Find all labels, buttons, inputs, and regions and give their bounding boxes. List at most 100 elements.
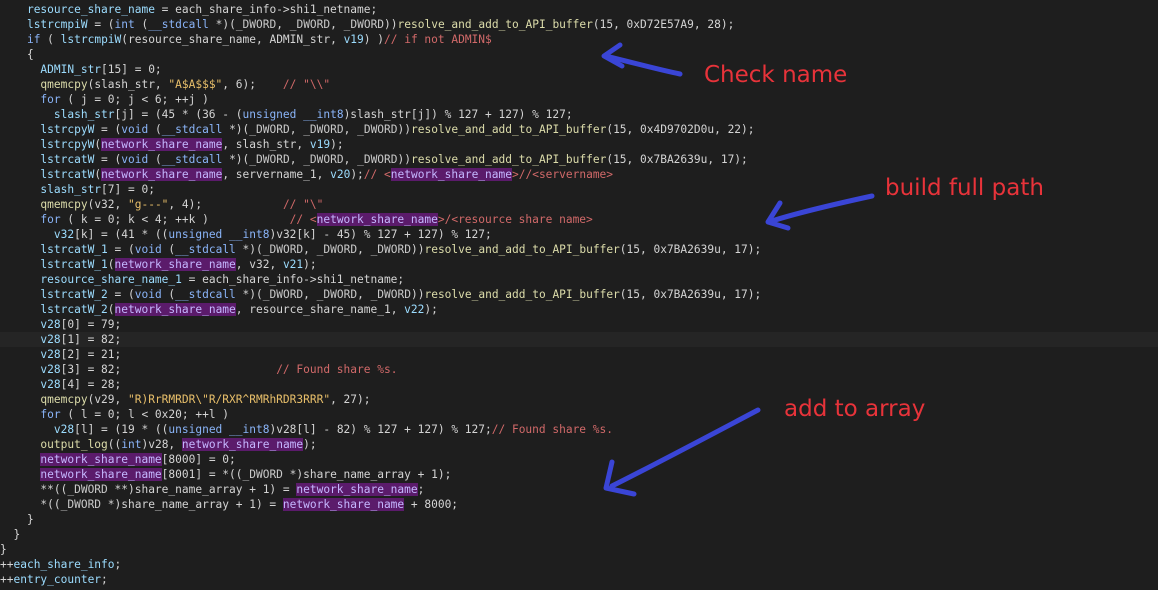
- code-token: v28: [53, 423, 75, 436]
- code-line[interactable]: for ( k = 0; k < 4; ++k ) // <network_sh…: [0, 212, 1158, 227]
- code-line[interactable]: v28[1] = 82;: [0, 332, 1158, 347]
- code-token: v21: [282, 258, 304, 271]
- code-token: lstrcpyW: [40, 123, 95, 136]
- code-token: _DWORD: [316, 243, 358, 256]
- code-line[interactable]: }: [0, 527, 1158, 542]
- code-line[interactable]: lstrcatW_1 = (void (__stdcall *)(_DWORD,…: [0, 242, 1158, 257]
- code-token: (: [161, 243, 176, 256]
- code-line[interactable]: network_share_name[8001] = *((_DWORD *)s…: [0, 467, 1158, 482]
- code-line[interactable]: resource_share_name = each_share_info->s…: [0, 2, 1158, 17]
- code-line[interactable]: qmemcpy(v29, "R)RrRMRDR\"R/RXR^RMRhRDR3R…: [0, 392, 1158, 407]
- code-token: + 8000;: [404, 498, 459, 511]
- code-token: v28: [40, 363, 61, 376]
- code-token: "R)RrRMRDR\"R/RXR^RMRhRDR3RRR": [128, 393, 331, 406]
- code-token: ;: [114, 558, 122, 571]
- code-line[interactable]: v28[0] = 79;: [0, 317, 1158, 332]
- code-token: int: [114, 18, 135, 31]
- code-line[interactable]: **((_DWORD **)share_name_array + 1) = ne…: [0, 482, 1158, 497]
- code-token: )slash_str[j]) % 127 + 127) % 127;: [343, 108, 573, 121]
- code-token: (15, 0xD72E57A9, 28);: [592, 18, 735, 31]
- code-token: ,: [289, 153, 304, 166]
- code-token: _DWORD: [67, 483, 108, 496]
- code-line[interactable]: lstrcpyW = (void (__stdcall *)(_DWORD, _…: [0, 122, 1158, 137]
- code-token: ,: [343, 123, 358, 136]
- code-line[interactable]: lstrcpyW(network_share_name, slash_str, …: [0, 137, 1158, 152]
- code-line[interactable]: ADMIN_str[15] = 0;: [0, 62, 1158, 77]
- code-line[interactable]: lstrcatW_2 = (void (__stdcall *)(_DWORD,…: [0, 287, 1158, 302]
- code-token: *)(: [222, 123, 250, 136]
- code-line[interactable]: }: [0, 512, 1158, 527]
- code-token: ((: [107, 438, 122, 451]
- code-token: each_share_info: [13, 558, 115, 571]
- code-token: = (: [94, 153, 122, 166]
- code-token: ;: [417, 483, 425, 496]
- code-token: _DWORD: [262, 243, 304, 256]
- code-line[interactable]: {: [0, 47, 1158, 62]
- code-token: _DWORD: [60, 498, 102, 511]
- code-line[interactable]: resource_share_name_1 = each_share_info-…: [0, 272, 1158, 287]
- code-line[interactable]: slash_str[j] = (45 * (36 - (unsigned __i…: [0, 107, 1158, 122]
- code-token: for: [40, 93, 61, 106]
- code-token: entry_counter: [13, 573, 102, 586]
- code-line[interactable]: for ( j = 0; j < 6; ++j ): [0, 92, 1158, 107]
- code-token: )): [410, 288, 425, 301]
- code-line[interactable]: if ( lstrcmpiW(resource_share_name, ADMI…: [0, 32, 1158, 47]
- code-token: (: [161, 288, 176, 301]
- code-line[interactable]: ++each_share_info;: [0, 557, 1158, 572]
- code-token: resolve_and_add_to_API_buffer: [397, 18, 593, 31]
- code-line[interactable]: v28[2] = 21;: [0, 347, 1158, 362]
- code-line[interactable]: for ( l = 0; l < 0x20; ++l ): [0, 407, 1158, 422]
- code-line[interactable]: v28[4] = 28;: [0, 377, 1158, 392]
- code-line[interactable]: v28[3] = 82; // Found share %s.: [0, 362, 1158, 377]
- code-token: (15, 0x7BA2639u, 17);: [606, 153, 748, 166]
- code-line[interactable]: ++entry_counter;: [0, 572, 1158, 587]
- code-line[interactable]: lstrcatW_2(network_share_name, resource_…: [0, 302, 1158, 317]
- code-token: ;: [101, 573, 108, 586]
- code-token: = (: [107, 243, 135, 256]
- code-token: network_share_name: [40, 468, 162, 481]
- code-token: );: [424, 303, 438, 316]
- code-line[interactable]: qmemcpy(slash_str, "A$A$$$", 6); // "\\": [0, 77, 1158, 92]
- code-token: (v32,: [87, 198, 128, 211]
- code-token: _DWORD: [303, 153, 344, 166]
- code-token: network_share_name: [114, 303, 236, 316]
- code-line[interactable]: *((_DWORD *)share_name_array + 1) = netw…: [0, 497, 1158, 512]
- code-token: (v29,: [87, 393, 128, 406]
- code-line[interactable]: v32[k] = (41 * ((unsigned __int8)v32[k] …: [0, 227, 1158, 242]
- code-line[interactable]: v28[l] = (19 * ((unsigned __int8)v28[l] …: [0, 422, 1158, 437]
- code-view[interactable]: resource_share_name = each_share_info->s…: [0, 2, 1158, 587]
- code-token: ++: [0, 573, 14, 586]
- code-token: _DWORD: [249, 153, 290, 166]
- code-line[interactable]: lstrcatW = (void (__stdcall *)(_DWORD, _…: [0, 152, 1158, 167]
- code-token: // "\\": [282, 78, 331, 91]
- code-line[interactable]: lstrcatW_1(network_share_name, v32, v21)…: [0, 257, 1158, 272]
- code-line[interactable]: network_share_name[8000] = 0;: [0, 452, 1158, 467]
- code-token: ++: [0, 558, 14, 571]
- code-token: [15] = 0;: [101, 63, 162, 76]
- code-token: ,: [276, 18, 290, 31]
- code-token: resource_share_name: [26, 3, 155, 16]
- code-token: = (: [107, 288, 135, 301]
- code-token: for: [40, 213, 61, 226]
- code-token: (15, 0x4D9702D0u, 22);: [606, 123, 755, 136]
- code-token: [1] = 82;: [60, 333, 122, 346]
- code-token: , 4);: [168, 198, 283, 211]
- code-line[interactable]: }: [0, 542, 1158, 557]
- code-line[interactable]: output_log((int)v28, network_share_name)…: [0, 437, 1158, 452]
- code-line[interactable]: lstrcmpiW = (int (__stdcall *)(_DWORD, _…: [0, 17, 1158, 32]
